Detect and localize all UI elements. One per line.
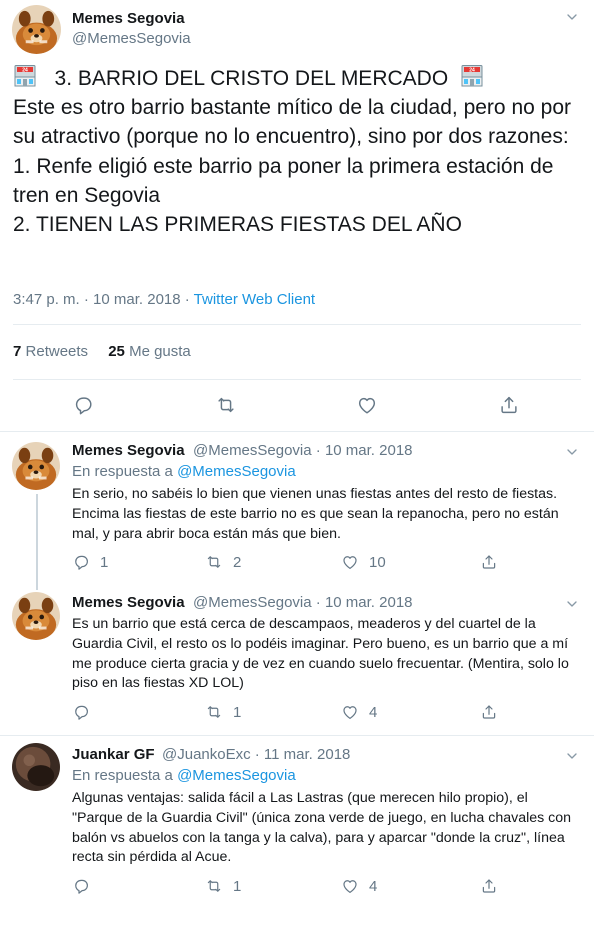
avatar[interactable] [12,592,60,640]
divider [13,379,581,380]
in-reply-to: En respuesta a @MemesSegovia [72,463,296,480]
author-meta[interactable]: @JuankoExc · 11 mar. 2018 [162,746,350,763]
likes-count: 25 [108,343,125,360]
tweet-heading: 3. BARRIO DEL CRISTO DEL MERCADO [54,67,449,90]
tweet-time[interactable]: 3:47 p. m. · 10 mar. 2018 · [13,291,194,308]
avatar[interactable] [12,5,61,54]
dog-avatar-icon [12,592,60,640]
tweet-stats: 7 Retweets 25 Me gusta [13,343,207,360]
chevron-down-icon[interactable] [564,596,580,612]
retweet-icon [205,703,223,721]
station-emoji-icon [460,64,484,88]
reply-icon [72,703,90,721]
retweets-stat[interactable]: 7 Retweets [13,343,88,360]
author-name[interactable]: Memes Segovia [72,442,185,459]
thread-line [36,494,38,590]
author-meta[interactable]: @MemesSegovia · 10 mar. 2018 [193,594,413,611]
retweet-count: 1 [233,703,242,721]
station-emoji-icon [13,64,37,88]
tweet-body: Este es otro barrio bastante mítico de l… [13,96,571,237]
reply-icon [72,877,90,895]
in-reply-handle[interactable]: @MemesSegovia [177,767,296,784]
reply-text: Es un barrio que está cerca de descampao… [72,616,569,692]
tweet-actions [0,392,594,418]
retweet-icon [205,553,223,571]
chevron-down-icon[interactable] [564,444,580,460]
retweet-count: 2 [233,553,242,571]
like-icon [341,553,359,571]
tweet-text: 3. BARRIO DEL CRISTO DEL MERCADO Este es… [13,64,588,239]
like-icon [341,877,359,895]
reply-button[interactable] [72,877,90,895]
retweet-button[interactable]: 2 [205,553,241,571]
in-reply-to: En respuesta a @MemesSegovia [72,767,296,784]
like-count: 10 [369,553,386,571]
chevron-down-icon[interactable] [564,748,580,764]
share-icon[interactable] [498,394,520,416]
dog-avatar-icon [12,442,60,490]
reply-tweet[interactable]: Juankar GF @JuankoExc · 11 mar. 2018 En … [0,736,594,914]
reply-tweet[interactable]: Memes Segovia @MemesSegovia · 10 mar. 20… [0,586,594,736]
reply-icon [72,553,90,571]
like-button[interactable]: 4 [341,703,377,721]
retweets-count: 7 [13,343,22,360]
dog-avatar-icon [12,5,61,54]
like-button[interactable]: 4 [341,877,377,895]
retweet-count: 1 [233,877,242,895]
author-name[interactable]: Juankar GF [72,746,155,763]
avatar[interactable] [12,442,60,490]
share-icon [480,877,498,895]
share-icon [480,553,498,571]
reply-count: 1 [100,553,109,571]
share-button[interactable] [480,553,498,571]
likes-stat[interactable]: 25 Me gusta [108,343,191,360]
reply-actions: 1 4 [72,703,532,723]
reply-actions: 1 2 10 [72,553,532,573]
dark-avatar-icon [12,743,60,791]
reply-text: Algunas ventajas: salida fácil a Las Las… [72,790,572,866]
divider [13,324,581,325]
author-name[interactable]: Memes Segovia [72,10,185,27]
in-reply-handle[interactable]: @MemesSegovia [177,463,296,480]
main-tweet: Memes Segovia @MemesSegovia 3. BARRIO DE… [0,0,594,432]
tweet-client[interactable]: Twitter Web Client [194,291,315,308]
retweet-button[interactable]: 1 [205,877,241,895]
tweet-timestamp: 3:47 p. m. · 10 mar. 2018 · Twitter Web … [13,291,315,308]
in-reply-prefix: En respuesta a [72,767,178,784]
like-icon[interactable] [356,394,378,416]
like-count: 4 [369,703,378,721]
reply-button[interactable]: 1 [72,553,108,571]
retweet-icon[interactable] [215,394,237,416]
like-count: 4 [369,877,378,895]
reply-text: En serio, no sabéis lo bien que vienen u… [72,486,559,542]
in-reply-prefix: En respuesta a [72,463,178,480]
reply-button[interactable] [72,703,90,721]
like-button[interactable]: 10 [341,553,386,571]
reply-icon[interactable] [72,394,94,416]
author-meta[interactable]: @MemesSegovia · 10 mar. 2018 [193,442,413,459]
reply-actions: 1 4 [72,877,532,897]
share-button[interactable] [480,703,498,721]
author-name[interactable]: Memes Segovia [72,594,185,611]
share-icon [480,703,498,721]
retweets-label: Retweets [25,343,89,360]
chevron-down-icon[interactable] [564,9,580,25]
retweet-button[interactable]: 1 [205,703,241,721]
avatar[interactable] [12,743,60,791]
likes-label: Me gusta [129,343,191,360]
reply-tweet[interactable]: Memes Segovia @MemesSegovia · 10 mar. 20… [0,432,594,590]
share-button[interactable] [480,877,498,895]
retweet-icon [205,877,223,895]
like-icon [341,703,359,721]
author-handle[interactable]: @MemesSegovia [72,30,191,47]
